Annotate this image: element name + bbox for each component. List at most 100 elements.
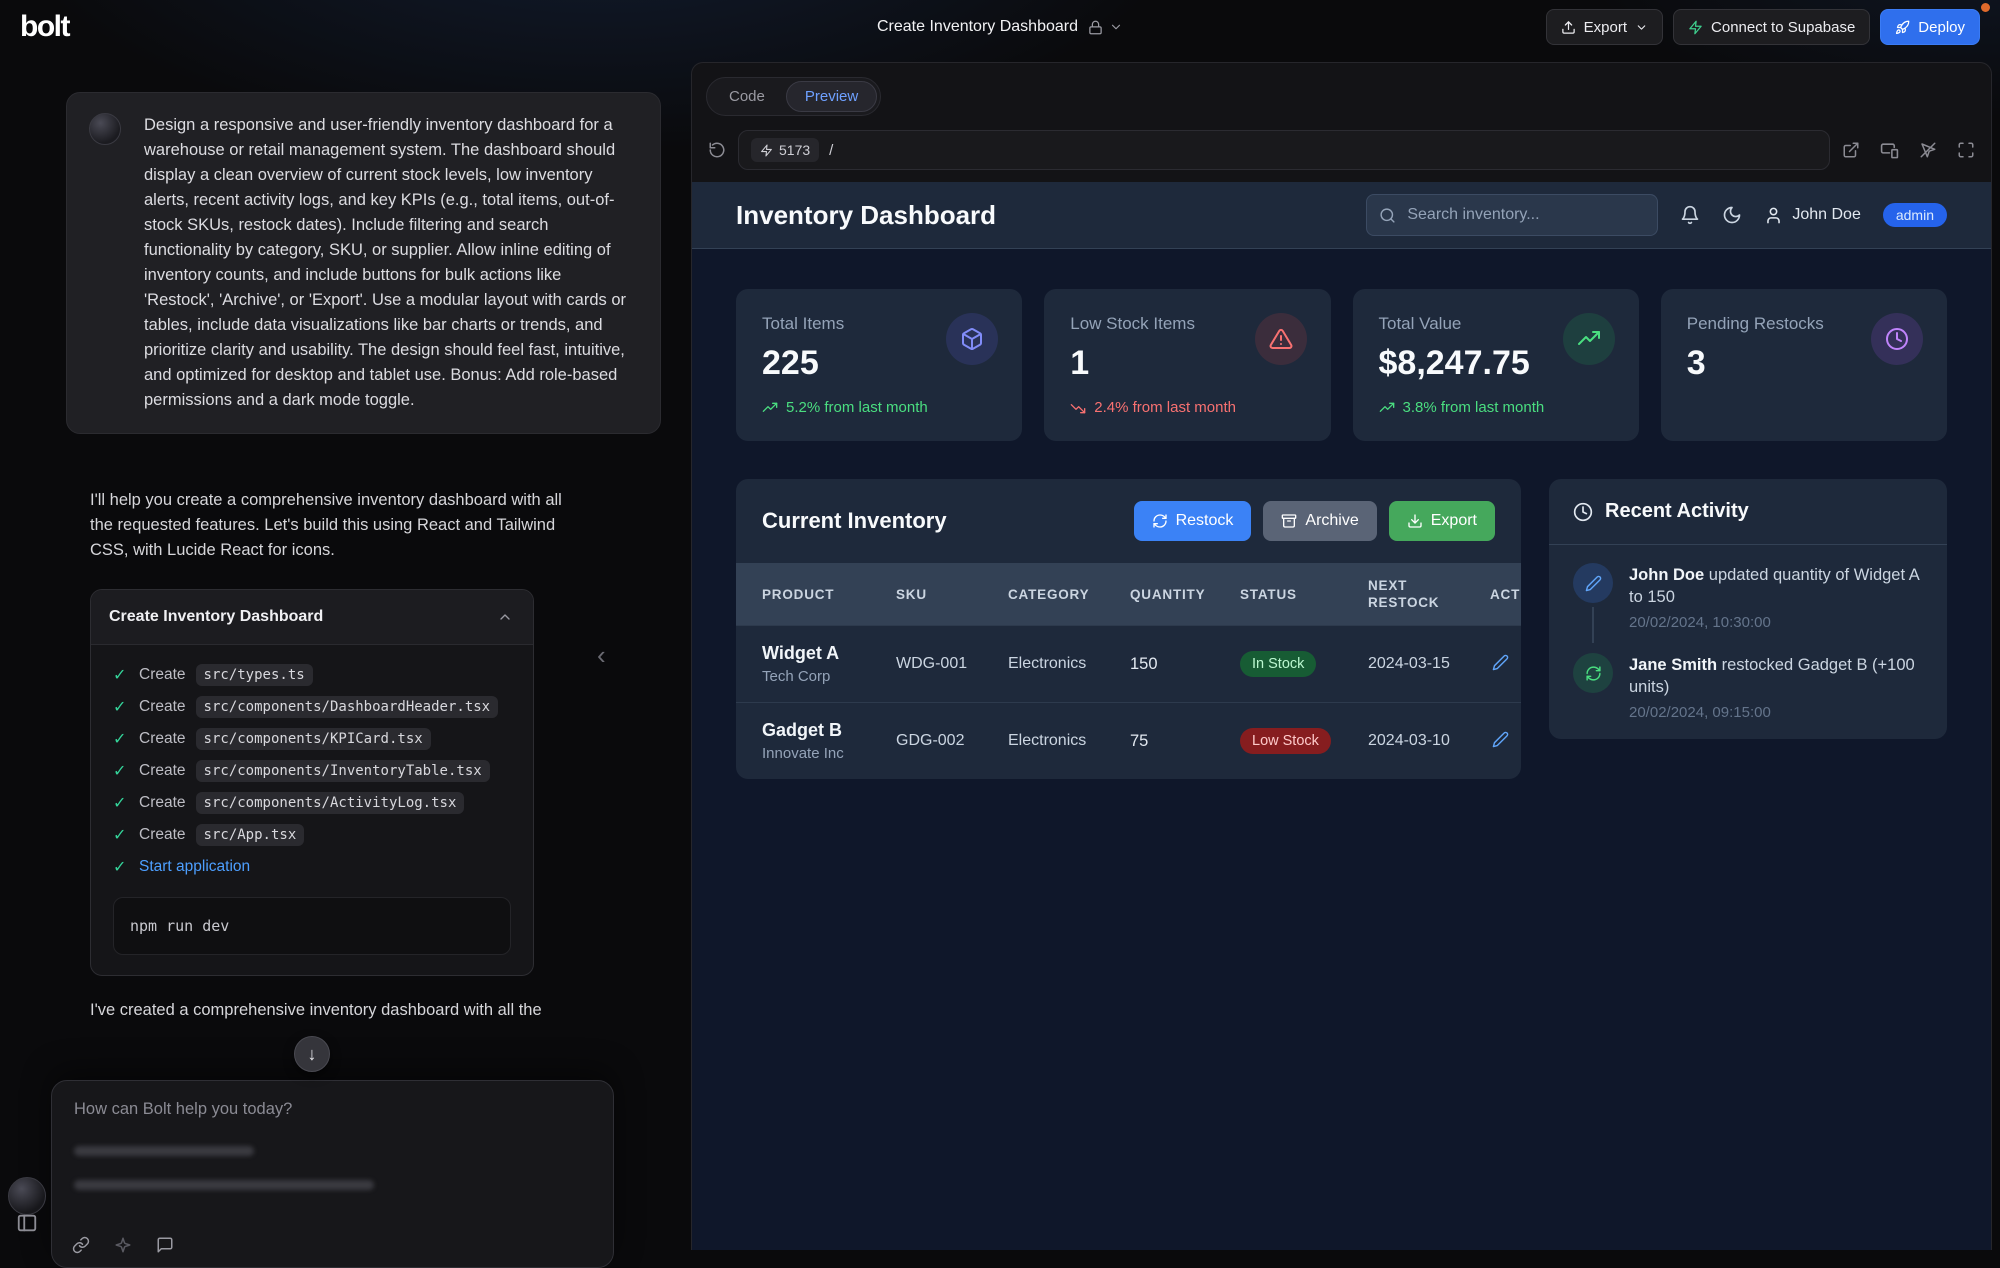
step-action: Create [139, 826, 186, 844]
activity-actor: John Doe [1629, 566, 1704, 584]
top-bar-actions: Export Connect to Supabase Deploy [1546, 9, 1980, 45]
step-action: Create [139, 794, 186, 812]
visibility-chip[interactable] [1088, 20, 1123, 35]
step-file[interactable]: src/components/KPICard.tsx [196, 728, 431, 750]
table-header-row: Product SKU Category Quantity Status Nex… [736, 563, 1521, 625]
step-file[interactable]: src/components/DashboardHeader.tsx [196, 696, 499, 718]
tab-code[interactable]: Code [710, 81, 784, 112]
account-avatar[interactable] [8, 1177, 46, 1215]
start-application-link[interactable]: Start application [139, 858, 250, 876]
archive-button[interactable]: Archive [1263, 501, 1376, 541]
inventory-search-input[interactable] [1405, 205, 1645, 225]
trend-down-icon [1070, 400, 1086, 416]
check-icon: ✓ [113, 825, 129, 845]
lock-icon [1088, 20, 1103, 35]
step-file[interactable]: src/components/ActivityLog.tsx [196, 792, 465, 814]
reload-icon[interactable] [708, 141, 726, 159]
kpi-delta: 2.4% from last month [1070, 399, 1304, 416]
cell-sku: WDG-001 [896, 655, 1008, 673]
trend-up-icon [762, 400, 778, 416]
search-icon [1379, 207, 1396, 224]
archive-label: Archive [1305, 512, 1358, 530]
assistant-message-outro: I've created a comprehensive inventory d… [90, 998, 560, 1023]
workbench-panel: Code Preview 5173 / Inve [691, 62, 1992, 1250]
step-file[interactable]: src/App.tsx [196, 824, 305, 846]
sparkles-icon[interactable] [114, 1236, 132, 1254]
export-inventory-button[interactable]: Export [1389, 501, 1495, 541]
activity-text: John Doe updated quantity of Widget A to… [1629, 563, 1923, 608]
app-header-actions: John Doe admin [1366, 194, 1947, 236]
kpi-low-stock: Low Stock Items 1 2.4% from last month [1044, 289, 1330, 441]
role-badge: admin [1883, 203, 1947, 227]
activity-time: 20/02/2024, 10:30:00 [1629, 614, 1923, 631]
restock-button[interactable]: Restock [1134, 501, 1252, 541]
artifact-collapse-button[interactable] [495, 607, 515, 627]
url-bar[interactable]: 5173 / [738, 130, 1830, 170]
restock-label: Restock [1176, 512, 1234, 530]
terminal-command: npm run dev [113, 897, 511, 955]
activity-item: John Doe updated quantity of Widget A to… [1573, 563, 1923, 631]
step-action: Create [139, 666, 186, 684]
chat-collapse-handle[interactable]: ‹ [597, 640, 606, 671]
chat-input-box[interactable] [51, 1080, 614, 1268]
bell-icon[interactable] [1680, 205, 1700, 225]
trend-up-icon [1379, 400, 1395, 416]
step-action: Create [139, 730, 186, 748]
col-actions: Actions [1490, 582, 1521, 607]
kpi-delta-text: 5.2% from last month [786, 399, 928, 416]
artifact-step: ✓ Create src/types.ts [113, 659, 511, 691]
kpi-total-items: Total Items 225 5.2% from last month [736, 289, 1022, 441]
open-external-icon[interactable] [1842, 141, 1860, 159]
user-chip[interactable]: John Doe [1764, 206, 1861, 225]
table-row[interactable]: Widget A Tech Corp WDG-001 Electronics 1… [736, 625, 1521, 702]
alert-triangle-icon [1255, 313, 1307, 365]
export-label: Export [1584, 19, 1627, 36]
edit-row-button[interactable] [1490, 652, 1511, 673]
cell-category: Electronics [1008, 655, 1130, 673]
workbench-tab-row: Code Preview [692, 63, 1991, 122]
chat-bubble-icon[interactable] [156, 1236, 174, 1254]
pencil-icon [1492, 731, 1509, 748]
edit-row-button[interactable] [1490, 729, 1511, 750]
step-action: Create [139, 698, 186, 716]
edit-activity-icon [1573, 563, 1613, 603]
cell-sku: GDG-002 [896, 732, 1008, 750]
inspector-off-icon[interactable] [1919, 141, 1937, 159]
link-attachment-icon[interactable] [72, 1236, 90, 1254]
artifact-card: Create Inventory Dashboard ✓ Create src/… [90, 589, 534, 976]
artifact-step: ✓ Create src/components/InventoryTable.t… [113, 755, 511, 787]
scroll-to-bottom-button[interactable]: ↓ [294, 1036, 330, 1072]
cell-quantity[interactable]: 75 [1130, 732, 1240, 751]
fullscreen-icon[interactable] [1957, 141, 1975, 159]
dark-mode-toggle-icon[interactable] [1722, 205, 1742, 225]
table-row[interactable]: Gadget B Innovate Inc GDG-002 Electronic… [736, 702, 1521, 779]
check-icon: ✓ [113, 665, 129, 685]
user-message: Design a responsive and user-friendly in… [66, 92, 661, 434]
cell-quantity[interactable]: 150 [1130, 655, 1240, 674]
check-icon: ✓ [113, 697, 129, 717]
device-preview-icon[interactable] [1880, 141, 1899, 160]
step-file[interactable]: src/components/InventoryTable.tsx [196, 760, 490, 782]
inventory-search[interactable] [1366, 194, 1658, 236]
inventory-card: Current Inventory Restock Archive [736, 479, 1521, 779]
sidebar-toggle-icon[interactable] [16, 1212, 38, 1234]
clock-icon [1871, 313, 1923, 365]
kpi-row: Total Items 225 5.2% from last month Low… [736, 289, 1947, 441]
notification-dot [1981, 3, 1990, 12]
refresh-icon [1152, 513, 1168, 529]
step-file[interactable]: src/types.ts [196, 664, 313, 686]
bolt-logo[interactable]: bolt [20, 10, 69, 44]
project-title-group[interactable]: Create Inventory Dashboard [877, 18, 1123, 36]
export-button[interactable]: Export [1546, 9, 1663, 45]
export-inventory-label: Export [1431, 512, 1477, 530]
port-chip[interactable]: 5173 [751, 138, 819, 162]
tab-preview[interactable]: Preview [786, 81, 877, 112]
artifact-header[interactable]: Create Inventory Dashboard [91, 590, 533, 645]
user-icon [1764, 206, 1783, 225]
browser-action-icons [1842, 141, 1975, 160]
col-product: Product [736, 582, 896, 607]
deploy-button[interactable]: Deploy [1880, 9, 1980, 45]
chat-input[interactable] [72, 1099, 597, 1120]
activity-list: John Doe updated quantity of Widget A to… [1549, 545, 1947, 721]
connect-supabase-button[interactable]: Connect to Supabase [1673, 9, 1870, 45]
